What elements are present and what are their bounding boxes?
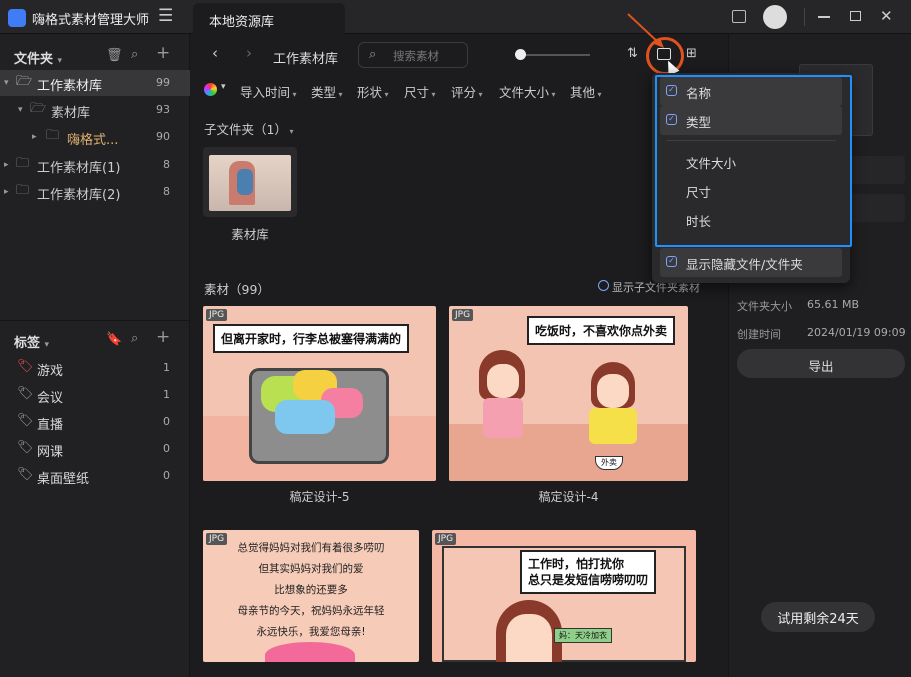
- export-button[interactable]: 导出: [737, 349, 905, 378]
- poster-line: 永远快乐，我爱您母亲!: [256, 626, 366, 638]
- filter-file-size[interactable]: 文件大小 ▾: [499, 82, 556, 101]
- folder-size-label: 文件夹大小: [737, 300, 792, 313]
- poster-line: 比想象的还要多: [274, 584, 348, 596]
- file-type-badge: JPG: [206, 309, 228, 321]
- checkbox-checked-icon: ✓: [666, 256, 677, 267]
- app-logo-icon: [8, 9, 26, 27]
- material-card[interactable]: 但离开家时，行李总被塞得满满的 JPG: [203, 306, 436, 481]
- subfolders-header[interactable]: 子文件夹（1） ▾: [204, 119, 294, 138]
- tree-item-work-library-1[interactable]: ▸ 🗀 工作素材库(1) 8: [0, 152, 190, 178]
- subfolder-name: 素材库: [231, 227, 269, 242]
- folder-icon: 🗀: [46, 128, 60, 143]
- folder-open-icon: 🗁: [30, 101, 47, 116]
- breadcrumb: 工作素材库: [273, 52, 339, 67]
- search-icon[interactable]: ⌕: [131, 331, 138, 347]
- tree-item-haige[interactable]: ▸ 🗀 嗨格式... 90: [0, 124, 190, 150]
- material-card[interactable]: 外卖 吃饭时，不喜欢你点外卖 JPG: [449, 306, 688, 481]
- show-sub-checkbox[interactable]: [598, 280, 609, 291]
- comic-caption: 工作时，怕打扰你: [528, 557, 625, 571]
- subfolder-thumbnail: [209, 155, 291, 211]
- comic-caption: 吃饭时，不喜欢你点外卖: [527, 316, 676, 345]
- tag-icon: 🏷: [17, 359, 34, 374]
- trash-icon[interactable]: 🗑: [106, 48, 123, 64]
- poster-line: 母亲节的今天，祝妈妈永远年轻: [237, 605, 385, 617]
- maximize-icon[interactable]: [850, 11, 861, 21]
- divider: [804, 8, 805, 26]
- comic-caption: 总只是发短信唠唠叨叨: [528, 573, 649, 587]
- grid-layout-icon[interactable]: ⊞: [686, 46, 697, 62]
- sidebar-toggle-icon[interactable]: [732, 10, 746, 23]
- poster-line: 总觉得妈妈对我们有着很多唠叨: [237, 542, 385, 554]
- forward-icon[interactable]: ›: [246, 45, 252, 61]
- filter-other[interactable]: 其他 ▾: [570, 82, 602, 101]
- file-type-badge: JPG: [435, 533, 457, 545]
- tab-local-library[interactable]: 本地资源库: [193, 3, 345, 34]
- tag-item-online-class[interactable]: 🏷 网课 0: [0, 435, 190, 462]
- divider: [0, 320, 190, 321]
- folder-icon: 🗀: [16, 156, 30, 171]
- bowl-label: 外卖: [595, 456, 623, 470]
- tag-icon: 🏷: [17, 440, 34, 455]
- hamburger-menu-icon[interactable]: ☰: [158, 8, 173, 25]
- phone-message: 妈：天冷加衣: [554, 628, 612, 643]
- tree-item-material-library[interactable]: ▾ 🗁 素材库 93: [0, 97, 190, 123]
- close-icon[interactable]: ✕: [880, 7, 893, 25]
- material-card[interactable]: 工作时，怕打扰你 总只是发短信唠唠叨叨 妈：天冷加衣 JPG: [432, 530, 696, 662]
- heart-decoration: [265, 642, 355, 662]
- add-tag-icon[interactable]: +: [156, 329, 170, 346]
- folder-size-value: 65.61 MB: [807, 298, 860, 311]
- search-icon[interactable]: ⌕: [131, 47, 138, 63]
- tree-item-work-library[interactable]: ▾ 🗁 工作素材库 99: [0, 70, 190, 96]
- folders-header[interactable]: 文件夹 ▾: [14, 48, 62, 67]
- file-type-badge: JPG: [206, 533, 228, 545]
- tags-header[interactable]: 标签 ▾: [14, 332, 49, 351]
- tag-item-meeting[interactable]: 🏷 会议 1: [0, 381, 190, 408]
- filter-shape[interactable]: 形状 ▾: [357, 82, 389, 101]
- menu-item-show-hidden[interactable]: ✓ 显示隐藏文件/文件夹: [660, 248, 842, 277]
- bookmark-icon[interactable]: 🔖: [106, 332, 122, 348]
- search-icon: ⌕: [369, 47, 377, 62]
- search-input[interactable]: ⌕ 搜索素材: [358, 42, 468, 68]
- minimize-icon[interactable]: [818, 16, 830, 18]
- title-bar: 嗨格式素材管理大师 ☰ 本地资源库 ✕: [0, 0, 911, 34]
- tag-item-game[interactable]: 🏷 游戏 1: [0, 354, 190, 381]
- sidebar: 文件夹 ▾ 🗑 ⌕ + ▾ 🗁 工作素材库 99 ▾ 🗁 素材库 93 ▸ 🗀 …: [0, 34, 190, 677]
- poster-line: 但其实妈妈对我们的爱: [258, 563, 364, 575]
- folder-icon: 🗀: [16, 183, 30, 198]
- tag-item-live[interactable]: 🏷 直播 0: [0, 408, 190, 435]
- created-time-value: 2024/01/19 09:09: [807, 326, 906, 339]
- tree-item-work-library-2[interactable]: ▸ 🗀 工作素材库(2) 8: [0, 179, 190, 205]
- comic-caption: 但离开家时，行李总被塞得满满的: [213, 324, 410, 353]
- file-type-badge: JPG: [452, 309, 474, 321]
- app-title: 嗨格式素材管理大师: [32, 13, 150, 28]
- materials-header: 素材（99）: [204, 282, 270, 297]
- avatar[interactable]: [763, 5, 787, 29]
- back-icon[interactable]: ‹: [212, 45, 218, 61]
- filter-type[interactable]: 类型 ▾: [311, 82, 343, 101]
- folder-open-icon: 🗁: [16, 74, 33, 89]
- add-folder-icon[interactable]: +: [156, 45, 170, 62]
- card-caption: 稿定设计-4: [538, 490, 599, 504]
- tag-icon: 🏷: [17, 467, 34, 482]
- tag-icon: 🏷: [17, 386, 34, 401]
- filter-size[interactable]: 尺寸 ▾: [404, 82, 436, 101]
- tag-item-wallpaper[interactable]: 🏷 桌面壁纸 0: [0, 462, 190, 489]
- zoom-slider-handle[interactable]: [515, 49, 526, 60]
- zoom-slider-track[interactable]: [522, 54, 590, 56]
- trial-remaining-button[interactable]: 试用剩余24天: [761, 602, 875, 632]
- created-time-label: 创建时间: [737, 328, 781, 341]
- subfolder-card[interactable]: [203, 147, 297, 217]
- filter-rating[interactable]: 评分 ▾: [451, 82, 483, 101]
- material-card[interactable]: 总觉得妈妈对我们有着很多唠叨 但其实妈妈对我们的爱 比想象的还要多 母亲节的今天…: [203, 530, 419, 662]
- card-caption: 稿定设计-5: [289, 490, 350, 504]
- color-filter-icon[interactable]: [204, 83, 217, 96]
- filter-import-time[interactable]: 导入时间 ▾: [240, 82, 297, 101]
- tag-icon: 🏷: [17, 413, 34, 428]
- highlight-box: [655, 75, 852, 247]
